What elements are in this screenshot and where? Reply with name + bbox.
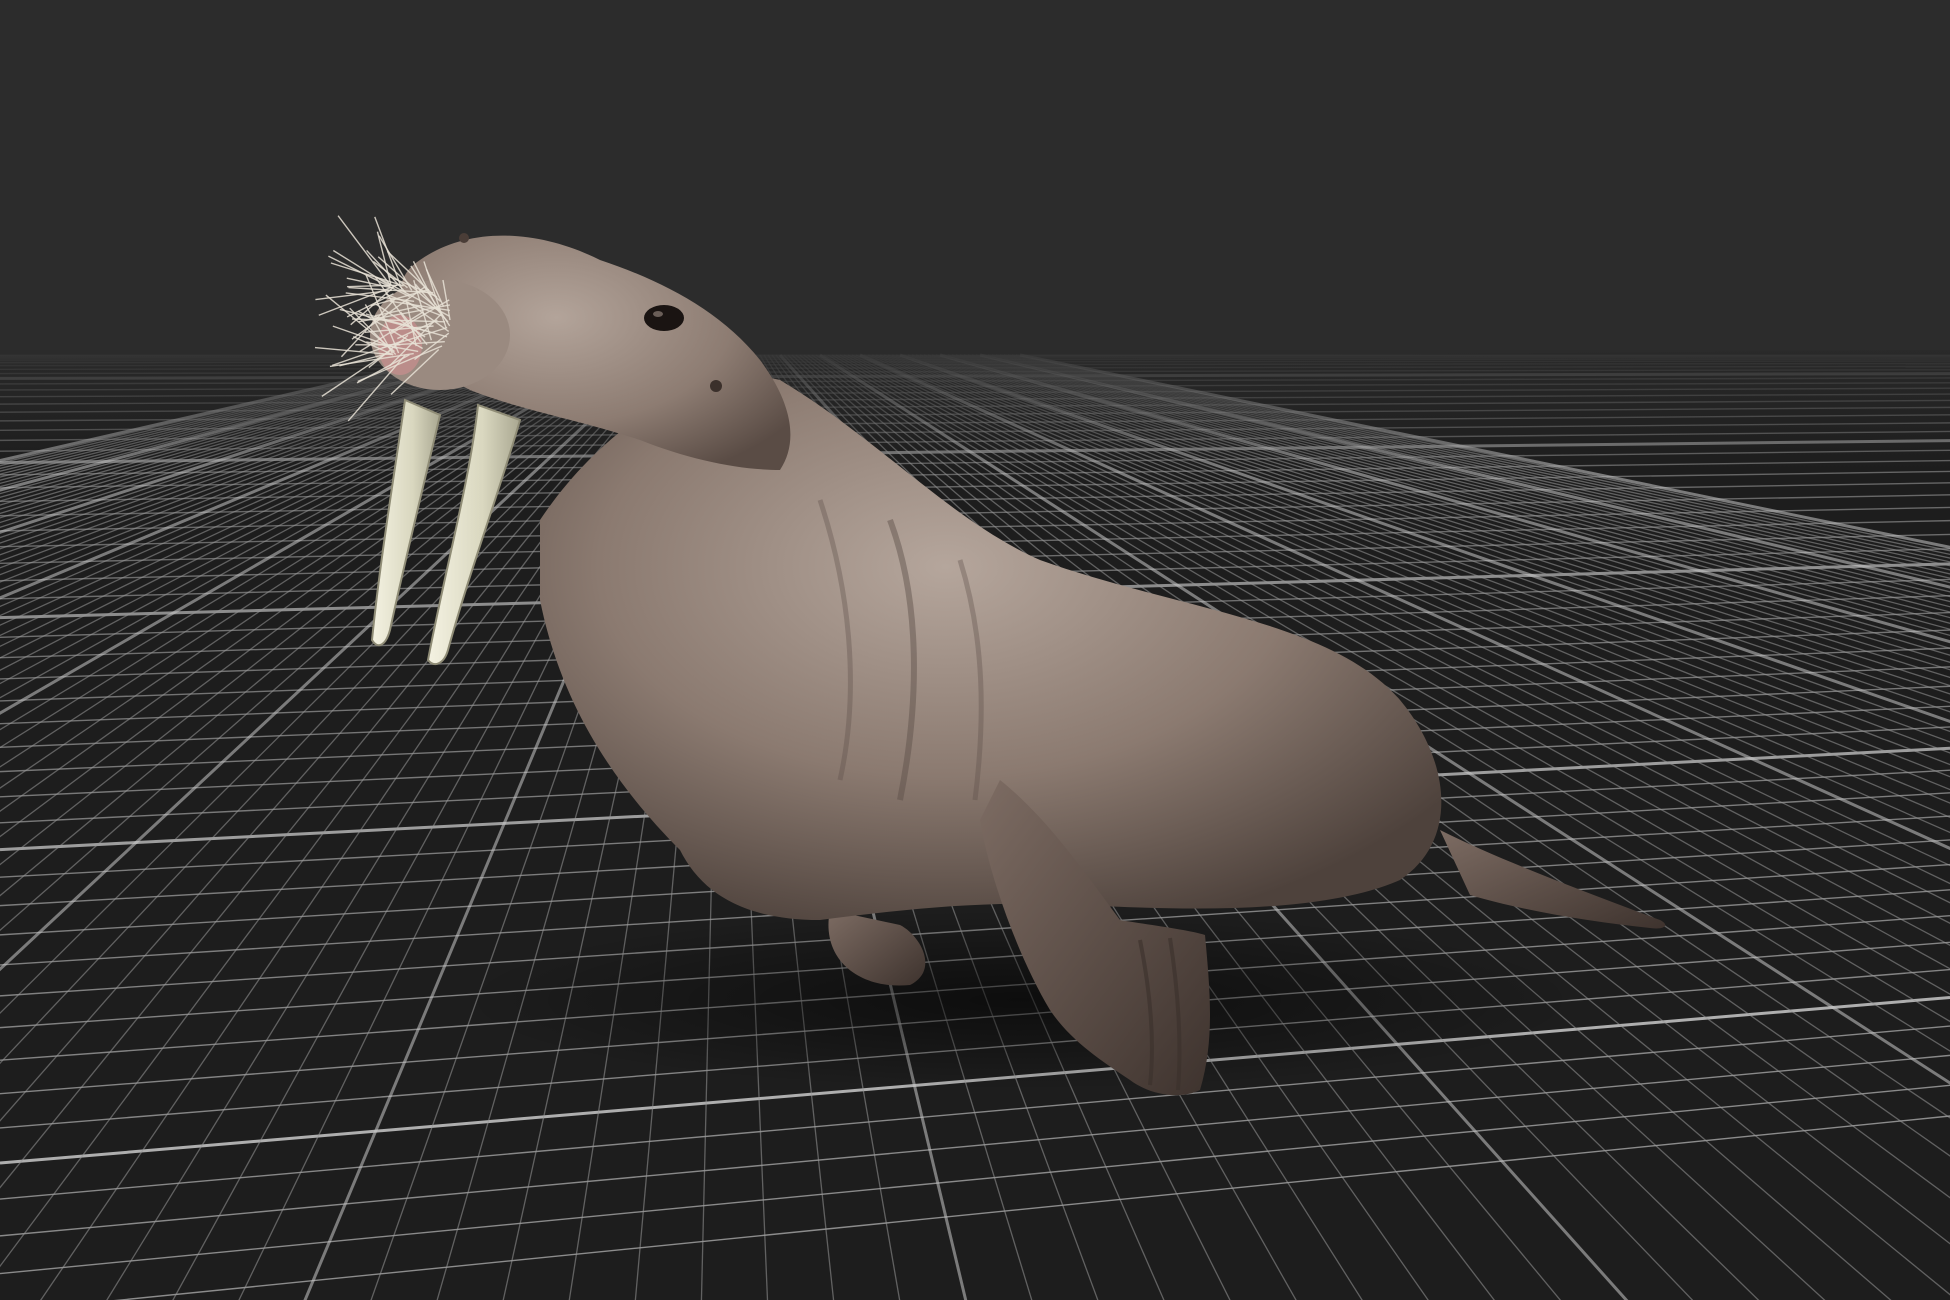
walrus-eye [644, 305, 684, 331]
viewport-canvas[interactable] [0, 0, 1950, 1300]
3d-viewport[interactable] [0, 0, 1950, 1300]
ear-hole [710, 380, 722, 392]
eye-highlight [653, 311, 663, 317]
nostril [459, 233, 469, 243]
